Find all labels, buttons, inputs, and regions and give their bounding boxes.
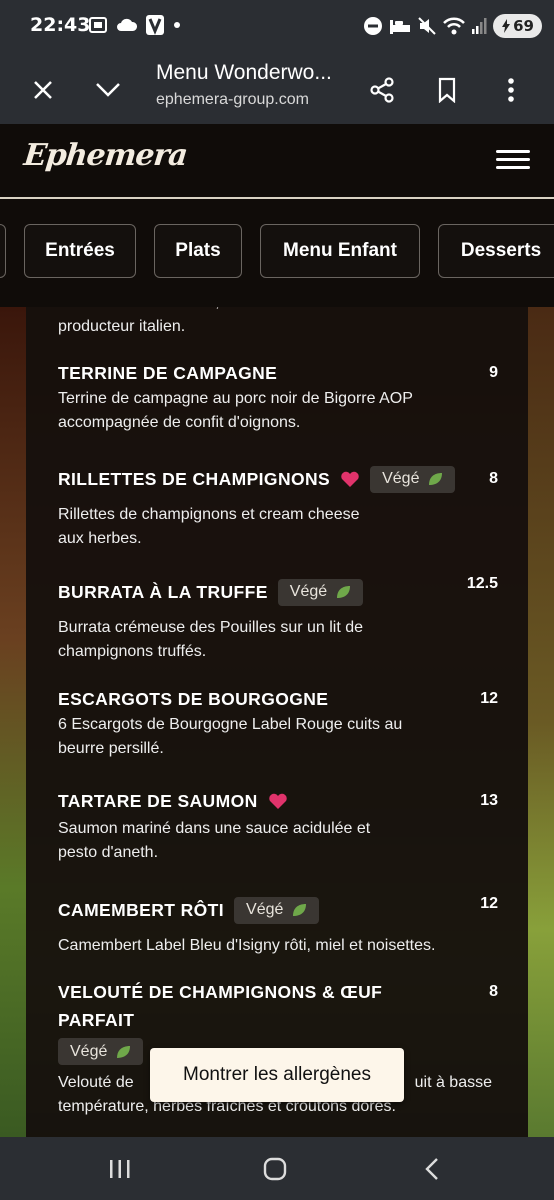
menu-item: TARTARE DE SAUMON 13 Saumon mariné dans … xyxy=(58,787,498,865)
cloud-icon xyxy=(117,18,138,31)
item-description: 6 Escargots de Bourgogne Label Rouge cui… xyxy=(58,716,403,757)
item-price: 12 xyxy=(480,895,498,912)
item-description: Jambon cuit à la truffe, en direct de no… xyxy=(58,307,349,335)
item-name: VELOUTÉ DE CHAMPIGNONS & ŒUF PARFAIT xyxy=(58,982,383,1030)
menu-item: CAMEMBERT RÔTI Végé 12 Camembert Label B… xyxy=(58,895,498,958)
item-name: ESCARGOTS DE BOURGOGNE xyxy=(58,689,329,709)
category-tab-menu-enfant[interactable]: Menu Enfant xyxy=(260,224,420,278)
background-right-edge xyxy=(528,307,554,1137)
chevron-down-icon xyxy=(96,83,120,97)
item-price: 12.5 xyxy=(466,575,498,592)
close-button[interactable] xyxy=(23,70,63,110)
leaf-icon xyxy=(337,586,351,598)
category-tab-previous[interactable] xyxy=(0,224,6,278)
menu-toggle-button[interactable] xyxy=(496,150,530,172)
item-description: Camembert Label Bleu d'Isigny rôti, miel… xyxy=(58,937,436,954)
item-price: 8 xyxy=(489,470,498,487)
item-price: 13 xyxy=(480,792,498,809)
page-url[interactable]: ephemera-group.com xyxy=(156,91,309,109)
back-button[interactable] xyxy=(412,1153,452,1185)
share-button[interactable] xyxy=(362,70,402,110)
menu-item: BURRATA À LA TRUFFE Végé 12.5 Burrata cr… xyxy=(58,575,498,664)
site-logo[interactable]: Ephemera xyxy=(22,138,189,173)
status-left-icons xyxy=(88,15,182,35)
menu-item: ESCARGOTS DE BOURGOGNE 12 6 Escargots de… xyxy=(58,685,498,761)
show-allergens-button[interactable]: Montrer les allergènes xyxy=(150,1048,404,1102)
item-name: TERRINE DE CAMPAGNE xyxy=(58,363,278,383)
battery-level: 69 xyxy=(513,17,534,35)
item-description: Burrata crémeuse des Pouilles sur un lit… xyxy=(58,619,364,660)
item-description: Terrine de campagne au porc noir de Bigo… xyxy=(58,390,413,431)
bookmark-button[interactable] xyxy=(427,70,467,110)
item-name: TARTARE DE SAUMON xyxy=(58,791,258,811)
category-tab-plats[interactable]: Plats xyxy=(154,224,242,278)
leaf-icon xyxy=(117,1045,131,1058)
close-icon xyxy=(34,81,52,99)
vege-badge: Végé xyxy=(234,896,320,924)
item-price: 9 xyxy=(489,364,498,381)
item-description: Rillettes de champignons et cream cheese… xyxy=(58,506,360,547)
share-icon xyxy=(370,77,394,103)
more-options-button[interactable] xyxy=(491,70,531,110)
item-name: RILLETTES DE CHAMPIGNONS xyxy=(58,469,331,489)
item-name: BURRATA À LA TRUFFE xyxy=(58,582,268,602)
screenshot-icon xyxy=(89,17,107,33)
vege-badge: Végé xyxy=(277,578,364,606)
item-price: 8 xyxy=(489,983,498,1000)
home-button[interactable] xyxy=(255,1153,295,1185)
signal-icon xyxy=(472,18,487,34)
page-title[interactable]: Menu Wonderwo... xyxy=(156,61,332,85)
bookmark-icon xyxy=(438,77,456,103)
heart-icon xyxy=(268,793,287,809)
status-bar: 22:43 69 xyxy=(0,0,554,56)
recent-apps-icon xyxy=(110,1160,130,1178)
sleep-icon xyxy=(390,20,411,34)
menu-item: RILLETTES DE CHAMPIGNONS Végé 8 Rillette… xyxy=(58,465,498,551)
heart-icon xyxy=(341,471,359,487)
home-icon xyxy=(263,1157,287,1181)
hamburger-icon xyxy=(496,150,530,153)
category-tab-entrees[interactable]: Entrées xyxy=(24,224,136,278)
dot-icon xyxy=(174,22,180,28)
background-left-edge xyxy=(0,307,26,1137)
mute-icon xyxy=(418,17,436,35)
collapse-button[interactable] xyxy=(88,70,128,110)
leaf-icon xyxy=(293,904,307,916)
vege-badge: Végé xyxy=(370,465,456,493)
leaf-icon xyxy=(429,473,443,485)
app-v-icon xyxy=(146,15,164,35)
item-description: Saumon mariné dans une sauce acidulée et… xyxy=(58,820,371,861)
status-right-icons: 69 xyxy=(363,14,542,38)
wifi-icon xyxy=(443,17,466,35)
do-not-disturb-icon xyxy=(364,17,383,35)
battery-icon: 69 xyxy=(493,14,542,38)
system-nav-bar xyxy=(0,1137,554,1200)
item-name: CAMEMBERT RÔTI xyxy=(58,900,225,920)
site-header: Ephemera xyxy=(0,124,554,198)
menu-list: Jambon cuit à la truffe, en direct de no… xyxy=(26,307,528,1137)
more-vertical-icon xyxy=(508,78,514,102)
back-icon xyxy=(425,1158,438,1180)
menu-item-partial: Jambon cuit à la truffe, en direct de no… xyxy=(58,307,498,339)
menu-item: TERRINE DE CAMPAGNE 9 Terrine de campagn… xyxy=(58,359,498,435)
recent-apps-button[interactable] xyxy=(100,1153,140,1185)
item-price: 12 xyxy=(480,690,498,707)
status-time: 22:43 xyxy=(30,14,91,36)
vege-badge: Végé xyxy=(58,1038,144,1065)
category-nav: Entrées Plats Menu Enfant Desserts xyxy=(0,199,554,307)
category-tab-desserts[interactable]: Desserts xyxy=(438,224,554,278)
browser-toolbar: Menu Wonderwo... ephemera-group.com xyxy=(0,56,554,124)
